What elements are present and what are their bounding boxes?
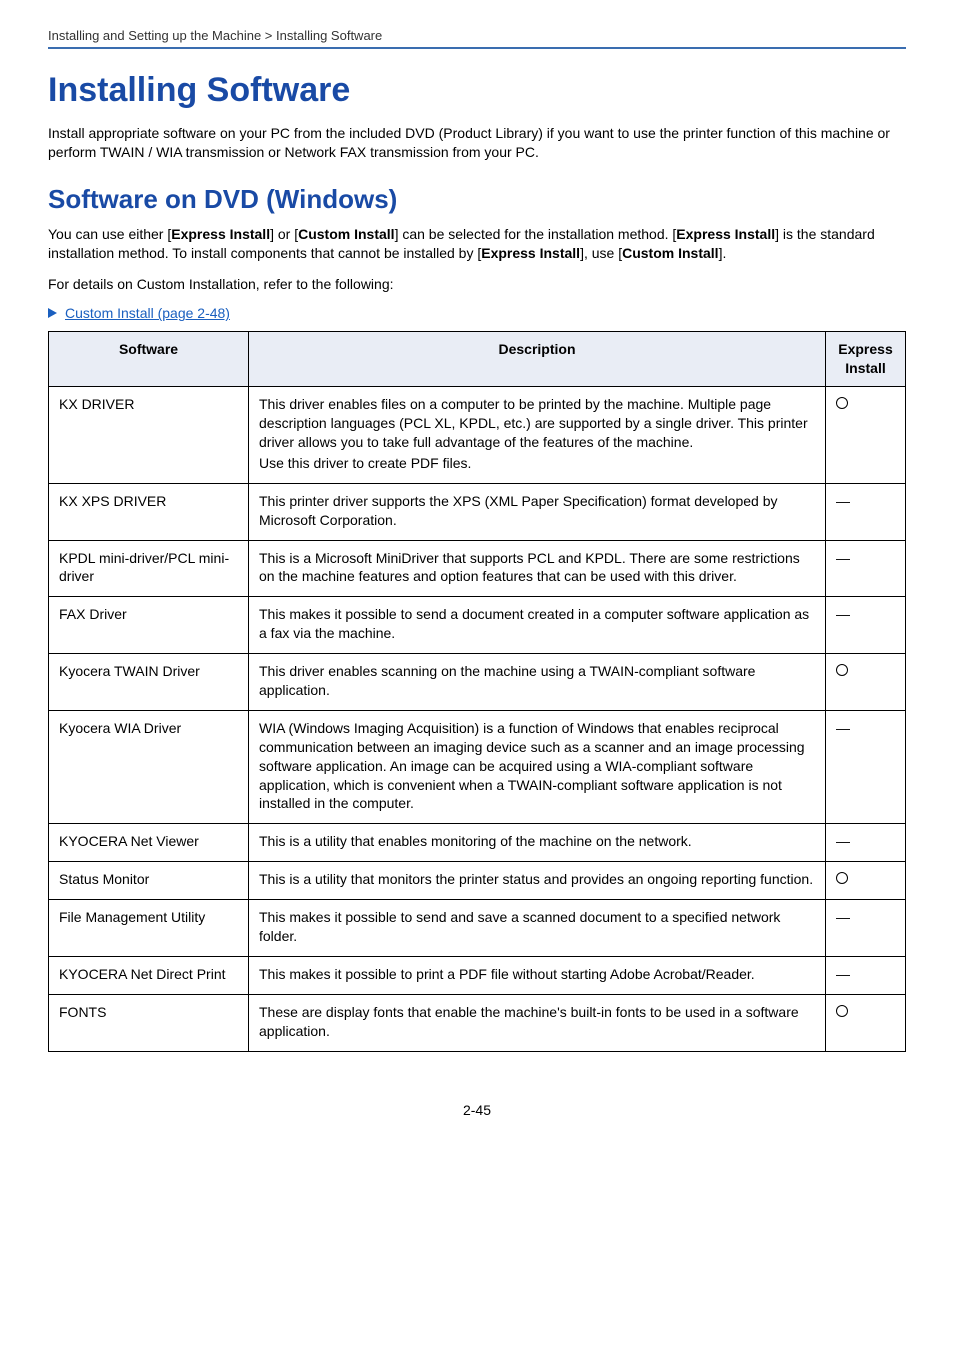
col-header-description: Description	[249, 332, 826, 387]
cell-software: File Management Utility	[49, 900, 249, 957]
description-text: This driver enables files on a computer …	[259, 395, 815, 452]
cell-software: KX DRIVER	[49, 387, 249, 484]
cell-express-install	[826, 387, 906, 484]
description-text: This driver enables scanning on the mach…	[259, 662, 815, 700]
cell-express-install: —	[826, 597, 906, 654]
cell-description: This makes it possible to send a documen…	[249, 597, 826, 654]
cell-express-install	[826, 654, 906, 711]
cell-description: This makes it possible to print a PDF fi…	[249, 956, 826, 994]
cell-express-install	[826, 994, 906, 1051]
circle-icon	[836, 1005, 848, 1017]
intro-paragraph: Install appropriate software on your PC …	[48, 124, 906, 162]
cell-software: FONTS	[49, 994, 249, 1051]
cell-express-install: —	[826, 540, 906, 597]
cell-software: FAX Driver	[49, 597, 249, 654]
text: ] can be selected for the installation m…	[395, 226, 677, 242]
table-row: KYOCERA Net Viewer This is a utility that…	[49, 824, 906, 862]
cell-express-install: —	[826, 483, 906, 540]
cell-software: KPDL mini-driver/PCL mini-driver	[49, 540, 249, 597]
header-rule	[48, 47, 906, 49]
page-number: 2-45	[48, 1102, 906, 1118]
express-install-label: Express Install	[481, 245, 580, 261]
cell-description: This makes it possible to send and save …	[249, 900, 826, 957]
table-row: KX XPS DRIVER This printer driver support…	[49, 483, 906, 540]
description-text: Use this driver to create PDF files.	[259, 454, 815, 473]
cell-description: This printer driver supports the XPS (XM…	[249, 483, 826, 540]
section-title: Software on DVD (Windows)	[48, 184, 906, 215]
description-text: This makes it possible to send and save …	[259, 908, 815, 946]
description-text: This is a utility that enables monitorin…	[259, 832, 815, 851]
cell-express-install: —	[826, 956, 906, 994]
circle-icon	[836, 664, 848, 676]
description-text: WIA (Windows Imaging Acquisition) is a f…	[259, 719, 815, 813]
table-row: KYOCERA Net Direct Print This makes it po…	[49, 956, 906, 994]
crossref-link[interactable]: Custom Install (page 2-48)	[65, 305, 230, 321]
cell-express-install: —	[826, 710, 906, 823]
text: ], use [	[580, 245, 622, 261]
table-header-row: Software Description Express Install	[49, 332, 906, 387]
cell-express-install: —	[826, 824, 906, 862]
custom-install-label: Custom Install	[298, 226, 394, 242]
description-text: This is a utility that monitors the prin…	[259, 870, 815, 889]
description-text: This is a Microsoft MiniDriver that supp…	[259, 549, 815, 587]
software-table: Software Description Express Install KX …	[48, 331, 906, 1051]
text: ] or [	[270, 226, 298, 242]
col-header-express-install: Express Install	[826, 332, 906, 387]
page-title: Installing Software	[48, 71, 906, 110]
col-header-software: Software	[49, 332, 249, 387]
custom-install-label: Custom Install	[622, 245, 718, 261]
cell-description: This is a Microsoft MiniDriver that supp…	[249, 540, 826, 597]
table-row: Status Monitor This is a utility that mon…	[49, 862, 906, 900]
table-row: KX DRIVERThis driver enables files on a …	[49, 387, 906, 484]
cell-software: KYOCERA Net Direct Print	[49, 956, 249, 994]
cell-express-install	[826, 862, 906, 900]
cell-software: Kyocera WIA Driver	[49, 710, 249, 823]
text: You can use either [	[48, 226, 171, 242]
cell-description: This driver enables files on a computer …	[249, 387, 826, 484]
cell-description: This driver enables scanning on the mach…	[249, 654, 826, 711]
cell-software: KX XPS DRIVER	[49, 483, 249, 540]
table-row: KPDL mini-driver/PCL mini-driver This is …	[49, 540, 906, 597]
text: ].	[719, 245, 727, 261]
circle-icon	[836, 397, 848, 409]
cell-description: These are display fonts that enable the …	[249, 994, 826, 1051]
install-method-paragraph: You can use either [Express Install] or …	[48, 225, 906, 263]
table-row: Kyocera WIA DriverWIA (Windows Imaging A…	[49, 710, 906, 823]
express-install-label: Express Install	[171, 226, 270, 242]
table-row: FONTS These are display fonts that enable…	[49, 994, 906, 1051]
express-install-label: Express Install	[676, 226, 775, 242]
table-row: Kyocera TWAIN Driver This driver enables …	[49, 654, 906, 711]
description-text: This printer driver supports the XPS (XM…	[259, 492, 815, 530]
cell-software: Kyocera TWAIN Driver	[49, 654, 249, 711]
description-text: This makes it possible to send a documen…	[259, 605, 815, 643]
cell-express-install: —	[826, 900, 906, 957]
description-text: These are display fonts that enable the …	[259, 1003, 815, 1041]
crossref-row: Custom Install (page 2-48)	[48, 305, 906, 321]
refer-paragraph: For details on Custom Installation, refe…	[48, 275, 906, 294]
circle-icon	[836, 872, 848, 884]
cell-description: This is a utility that monitors the prin…	[249, 862, 826, 900]
arrow-right-icon	[48, 308, 57, 318]
table-row: FAX Driver This makes it possible to send…	[49, 597, 906, 654]
cell-software: KYOCERA Net Viewer	[49, 824, 249, 862]
cell-description: This is a utility that enables monitorin…	[249, 824, 826, 862]
table-row: File Management Utility This makes it pos…	[49, 900, 906, 957]
cell-description: WIA (Windows Imaging Acquisition) is a f…	[249, 710, 826, 823]
cell-software: Status Monitor	[49, 862, 249, 900]
breadcrumb: Installing and Setting up the Machine > …	[48, 28, 906, 43]
description-text: This makes it possible to print a PDF fi…	[259, 965, 815, 984]
